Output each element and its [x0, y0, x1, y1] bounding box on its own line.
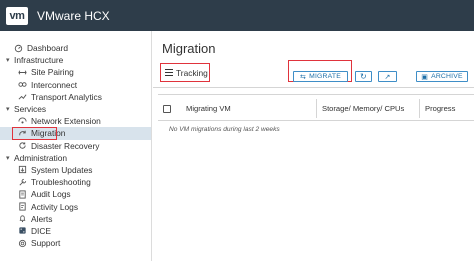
sidebar-item-label: System Updates [31, 164, 93, 175]
chevron-down-icon: ▾ [6, 154, 10, 162]
vmware-logo: vm [6, 6, 28, 25]
sidebar-item-label: Alerts [31, 213, 53, 224]
migrate-button-label: MIGRATE [309, 73, 341, 80]
select-all-checkbox[interactable] [163, 95, 171, 122]
refresh-icon: ↻ [360, 72, 367, 81]
sidebar-item-label: Activity Logs [31, 201, 79, 212]
sidebar-item-label: Audit Logs [31, 189, 71, 200]
sidebar-item-label: Support [31, 238, 61, 249]
column-divider [316, 99, 317, 118]
sidebar-section-label: Services [14, 104, 47, 115]
sidebar-section-label: Infrastructure [14, 55, 64, 66]
sidebar-item-activity-logs[interactable]: Activity Logs [0, 200, 151, 212]
sidebar-section-administration[interactable]: ▾ Administration [0, 152, 151, 164]
audit-logs-icon [18, 190, 27, 199]
sidebar-item-disaster-recovery[interactable]: Disaster Recovery [0, 140, 151, 152]
sidebar-item-label: Disaster Recovery [31, 140, 100, 151]
chevron-down-icon: ▾ [6, 106, 10, 114]
system-updates-icon [18, 165, 27, 174]
sidebar-item-support[interactable]: Support [0, 237, 151, 249]
sidebar-item-transport-analytics[interactable]: Transport Analytics [0, 91, 151, 103]
sidebar-item-system-updates[interactable]: System Updates [0, 164, 151, 176]
sidebar-item-troubleshooting[interactable]: Troubleshooting [0, 176, 151, 188]
sidebar-item-audit-logs[interactable]: Audit Logs [0, 188, 151, 200]
sidebar-item-interconnect[interactable]: Interconnect [0, 79, 151, 91]
dashboard-icon [14, 44, 23, 53]
sidebar-item-migration[interactable]: Migration [0, 127, 151, 140]
sidebar-item-site-pairing[interactable]: Site Pairing [0, 66, 151, 78]
site-pairing-icon [18, 68, 27, 77]
column-header-migrating-vm[interactable]: Migrating VM [186, 95, 231, 122]
sidebar-item-label: Transport Analytics [31, 91, 102, 102]
refresh-button[interactable]: ↻ [355, 71, 372, 82]
column-header-progress[interactable]: Progress [425, 95, 455, 122]
analytics-icon [18, 92, 27, 101]
export-icon: ↗ [384, 73, 391, 81]
sidebar: Dashboard ▾ Infrastructure Site Pairing … [0, 31, 152, 261]
tab-tracking[interactable]: Tracking [160, 63, 210, 82]
sidebar-item-label: Troubleshooting [31, 177, 91, 188]
disaster-recovery-icon [18, 141, 27, 150]
sidebar-section-infrastructure[interactable]: ▾ Infrastructure [0, 54, 151, 66]
archive-icon: ▣ [421, 73, 429, 81]
sidebar-item-label: DICE [31, 225, 52, 236]
column-divider [419, 99, 420, 118]
chevron-down-icon: ▾ [6, 57, 10, 65]
sidebar-item-label: Network Extension [31, 116, 101, 127]
export-button[interactable]: ↗ [378, 71, 397, 82]
tab-label: Tracking [176, 67, 208, 78]
dice-icon [18, 226, 27, 235]
highlight-box [12, 127, 57, 140]
main-content: Migration Tracking ⇆ MIGRATE ↻ ↗ ▣ ARCHI… [153, 31, 474, 261]
column-header-storage[interactable]: Storage/ Memory/ CPUs [322, 95, 404, 122]
support-icon [18, 239, 27, 248]
migrate-button[interactable]: ⇆ MIGRATE [293, 71, 348, 82]
archive-button[interactable]: ▣ ARCHIVE [416, 71, 468, 82]
page-title: Migration [162, 41, 216, 56]
sidebar-item-label: Dashboard [27, 43, 68, 54]
tab-divider [153, 87, 474, 88]
sidebar-section-label: Administration [14, 152, 68, 163]
sidebar-item-label: Site Pairing [31, 67, 74, 78]
sidebar-section-services[interactable]: ▾ Services [0, 103, 151, 115]
app-title: VMware HCX [37, 8, 110, 23]
interconnect-icon [18, 80, 27, 89]
sidebar-item-alerts[interactable]: Alerts [0, 213, 151, 225]
empty-state-message: No VM migrations during last 2 weeks [169, 126, 280, 133]
table-header: Migrating VM Storage/ Memory/ CPUs Progr… [158, 94, 474, 121]
sidebar-item-label: Interconnect [31, 79, 78, 90]
sidebar-item-dice[interactable]: DICE [0, 225, 151, 237]
top-bar: vm VMware HCX [0, 0, 474, 31]
sidebar-item-dashboard[interactable]: Dashboard [0, 42, 151, 54]
troubleshooting-icon [18, 178, 27, 187]
checkbox-box [163, 104, 171, 113]
bell-icon [18, 214, 27, 223]
migrate-icon: ⇆ [300, 73, 307, 81]
list-icon [165, 69, 173, 76]
activity-logs-icon [18, 202, 27, 211]
sidebar-item-network-extension[interactable]: Network Extension [0, 115, 151, 127]
archive-button-label: ARCHIVE [431, 73, 463, 80]
network-extension-icon [18, 117, 27, 126]
